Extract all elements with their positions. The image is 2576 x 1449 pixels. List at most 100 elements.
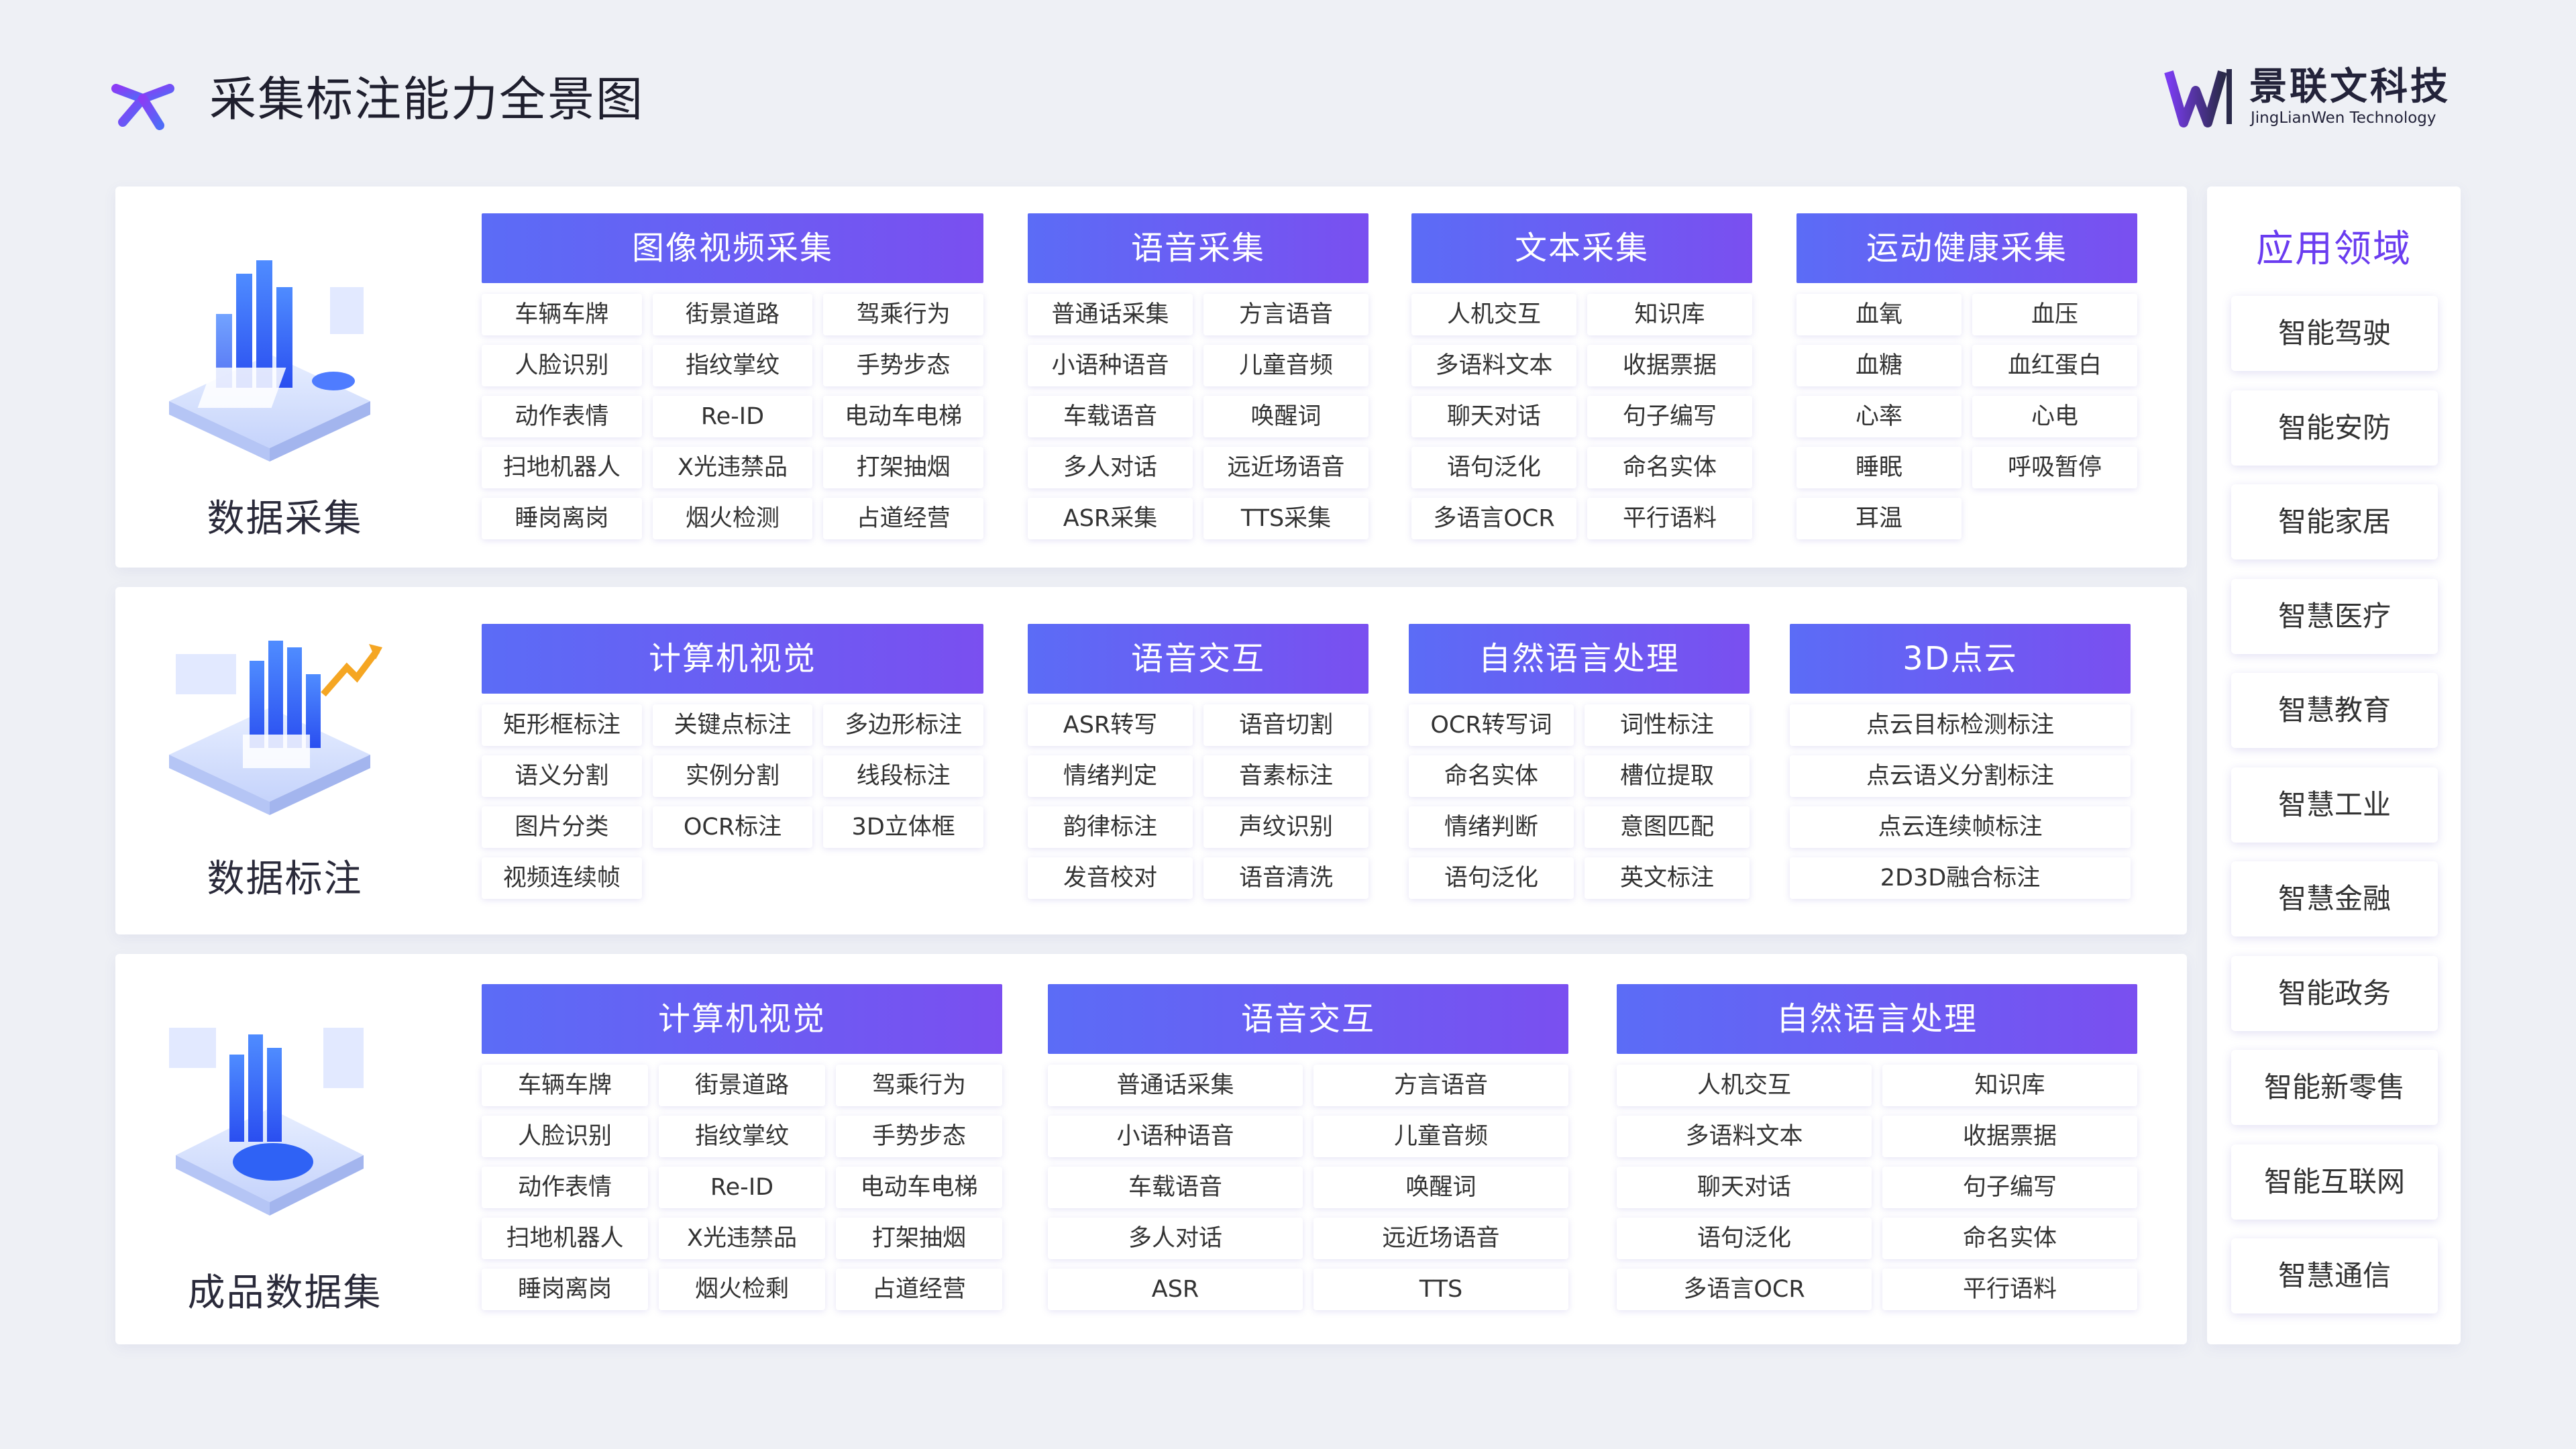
item-tag[interactable]: 普通话采集 bbox=[1048, 1065, 1303, 1106]
item-tag[interactable]: 儿童音频 bbox=[1203, 345, 1368, 386]
item-tag[interactable]: 人脸识别 bbox=[482, 345, 642, 386]
item-tag[interactable]: 打架抽烟 bbox=[823, 447, 983, 488]
item-tag[interactable]: 视频连续帧 bbox=[482, 857, 642, 899]
item-tag[interactable]: OCR标注 bbox=[652, 806, 813, 848]
item-tag[interactable]: 睡岗离岗 bbox=[482, 1269, 648, 1310]
item-tag[interactable]: 3D立体框 bbox=[823, 806, 983, 848]
item-tag[interactable]: 命名实体 bbox=[1409, 755, 1574, 797]
item-tag[interactable]: Re-ID bbox=[652, 396, 813, 437]
item-tag[interactable]: 街景道路 bbox=[659, 1065, 825, 1106]
app-domain-item[interactable]: 智慧医疗 bbox=[2231, 578, 2438, 654]
item-tag[interactable]: TTS bbox=[1313, 1269, 1568, 1310]
item-tag[interactable]: 线段标注 bbox=[823, 755, 983, 797]
item-tag[interactable]: 小语种语音 bbox=[1028, 345, 1193, 386]
item-tag[interactable]: 槽位提取 bbox=[1585, 755, 1750, 797]
item-tag[interactable]: 实例分割 bbox=[652, 755, 813, 797]
item-tag[interactable]: 人机交互 bbox=[1411, 294, 1576, 335]
item-tag[interactable]: 车载语音 bbox=[1028, 396, 1193, 437]
app-domain-item[interactable]: 智慧工业 bbox=[2231, 767, 2438, 843]
item-tag[interactable]: 聊天对话 bbox=[1617, 1167, 1872, 1208]
item-tag[interactable]: 韵律标注 bbox=[1028, 806, 1193, 848]
item-tag[interactable]: 打架抽烟 bbox=[836, 1218, 1002, 1259]
item-tag[interactable]: 儿童音频 bbox=[1313, 1116, 1568, 1157]
item-tag[interactable]: 聊天对话 bbox=[1411, 396, 1576, 437]
app-domain-item[interactable]: 智能安防 bbox=[2231, 390, 2438, 466]
item-tag[interactable]: 多语料文本 bbox=[1411, 345, 1576, 386]
item-tag[interactable]: 知识库 bbox=[1587, 294, 1752, 335]
item-tag[interactable]: 音素标注 bbox=[1203, 755, 1368, 797]
item-tag[interactable]: 驾乘行为 bbox=[823, 294, 983, 335]
item-tag[interactable]: X光违禁品 bbox=[659, 1218, 825, 1259]
item-tag[interactable]: 普通话采集 bbox=[1028, 294, 1193, 335]
item-tag[interactable]: 句子编写 bbox=[1587, 396, 1752, 437]
item-tag[interactable]: 血糖 bbox=[1796, 345, 1962, 386]
item-tag[interactable]: 命名实体 bbox=[1587, 447, 1752, 488]
app-domain-item[interactable]: 智慧通信 bbox=[2231, 1238, 2438, 1313]
item-tag[interactable]: 扫地机器人 bbox=[482, 1218, 648, 1259]
item-tag[interactable]: 语音切割 bbox=[1203, 704, 1368, 746]
item-tag[interactable]: 多语言OCR bbox=[1617, 1269, 1872, 1310]
item-tag[interactable]: 车载语音 bbox=[1048, 1167, 1303, 1208]
item-tag[interactable]: 多语料文本 bbox=[1617, 1116, 1872, 1157]
item-tag[interactable]: OCR转写词 bbox=[1409, 704, 1574, 746]
item-tag[interactable]: 点云语义分割标注 bbox=[1790, 755, 2131, 797]
item-tag[interactable]: 烟火检剩 bbox=[659, 1269, 825, 1310]
item-tag[interactable]: 动作表情 bbox=[482, 396, 642, 437]
app-domain-item[interactable]: 智慧教育 bbox=[2231, 673, 2438, 748]
item-tag[interactable]: 收据票据 bbox=[1882, 1116, 2137, 1157]
item-tag[interactable]: 图片分类 bbox=[482, 806, 642, 848]
item-tag[interactable]: 句子编写 bbox=[1882, 1167, 2137, 1208]
app-domain-item[interactable]: 智能驾驶 bbox=[2231, 296, 2438, 371]
item-tag[interactable]: 平行语料 bbox=[1587, 498, 1752, 539]
item-tag[interactable]: 平行语料 bbox=[1882, 1269, 2137, 1310]
item-tag[interactable]: 收据票据 bbox=[1587, 345, 1752, 386]
item-tag[interactable]: 意图匹配 bbox=[1585, 806, 1750, 848]
item-tag[interactable]: 唤醒词 bbox=[1203, 396, 1368, 437]
item-tag[interactable]: 词性标注 bbox=[1585, 704, 1750, 746]
item-tag[interactable]: 占道经营 bbox=[823, 498, 983, 539]
app-domain-item[interactable]: 智慧金融 bbox=[2231, 861, 2438, 936]
item-tag[interactable]: 睡岗离岗 bbox=[482, 498, 642, 539]
item-tag[interactable]: 烟火检测 bbox=[652, 498, 813, 539]
item-tag[interactable]: 手势步态 bbox=[836, 1116, 1002, 1157]
item-tag[interactable]: 点云目标检测标注 bbox=[1790, 704, 2131, 746]
item-tag[interactable]: 发音校对 bbox=[1028, 857, 1193, 899]
item-tag[interactable]: 知识库 bbox=[1882, 1065, 2137, 1106]
item-tag[interactable]: ASR转写 bbox=[1028, 704, 1193, 746]
item-tag[interactable]: 手势步态 bbox=[823, 345, 983, 386]
item-tag[interactable]: 英文标注 bbox=[1585, 857, 1750, 899]
item-tag[interactable]: X光违禁品 bbox=[652, 447, 813, 488]
item-tag[interactable]: 占道经营 bbox=[836, 1269, 1002, 1310]
item-tag[interactable]: TTS采集 bbox=[1203, 498, 1368, 539]
item-tag[interactable]: 心率 bbox=[1796, 396, 1962, 437]
item-tag[interactable]: 情绪判定 bbox=[1028, 755, 1193, 797]
item-tag[interactable]: 睡眠 bbox=[1796, 447, 1962, 488]
item-tag[interactable]: 血红蛋白 bbox=[1972, 345, 2137, 386]
item-tag[interactable]: 语音清洗 bbox=[1203, 857, 1368, 899]
item-tag[interactable]: 语句泛化 bbox=[1617, 1218, 1872, 1259]
item-tag[interactable]: 驾乘行为 bbox=[836, 1065, 1002, 1106]
item-tag[interactable]: ASR bbox=[1048, 1269, 1303, 1310]
item-tag[interactable]: 多人对话 bbox=[1048, 1218, 1303, 1259]
item-tag[interactable]: 方言语音 bbox=[1313, 1065, 1568, 1106]
item-tag[interactable]: 方言语音 bbox=[1203, 294, 1368, 335]
app-domain-item[interactable]: 智能政务 bbox=[2231, 955, 2438, 1031]
item-tag[interactable]: 情绪判断 bbox=[1409, 806, 1574, 848]
app-domain-item[interactable]: 智能互联网 bbox=[2231, 1144, 2438, 1220]
item-tag[interactable]: 车辆车牌 bbox=[482, 1065, 648, 1106]
item-tag[interactable]: 电动车电梯 bbox=[836, 1167, 1002, 1208]
item-tag[interactable]: 人机交互 bbox=[1617, 1065, 1872, 1106]
item-tag[interactable]: 电动车电梯 bbox=[823, 396, 983, 437]
item-tag[interactable]: 远近场语音 bbox=[1313, 1218, 1568, 1259]
item-tag[interactable]: 血氧 bbox=[1796, 294, 1962, 335]
item-tag[interactable]: 语句泛化 bbox=[1411, 447, 1576, 488]
app-domain-item[interactable]: 智能新零售 bbox=[2231, 1050, 2438, 1125]
item-tag[interactable]: 动作表情 bbox=[482, 1167, 648, 1208]
item-tag[interactable]: 声纹识别 bbox=[1203, 806, 1368, 848]
item-tag[interactable]: 唤醒词 bbox=[1313, 1167, 1568, 1208]
app-domain-item[interactable]: 智能家居 bbox=[2231, 484, 2438, 559]
item-tag[interactable]: ASR采集 bbox=[1028, 498, 1193, 539]
item-tag[interactable]: 语义分割 bbox=[482, 755, 642, 797]
item-tag[interactable]: 心电 bbox=[1972, 396, 2137, 437]
item-tag[interactable]: Re-ID bbox=[659, 1167, 825, 1208]
